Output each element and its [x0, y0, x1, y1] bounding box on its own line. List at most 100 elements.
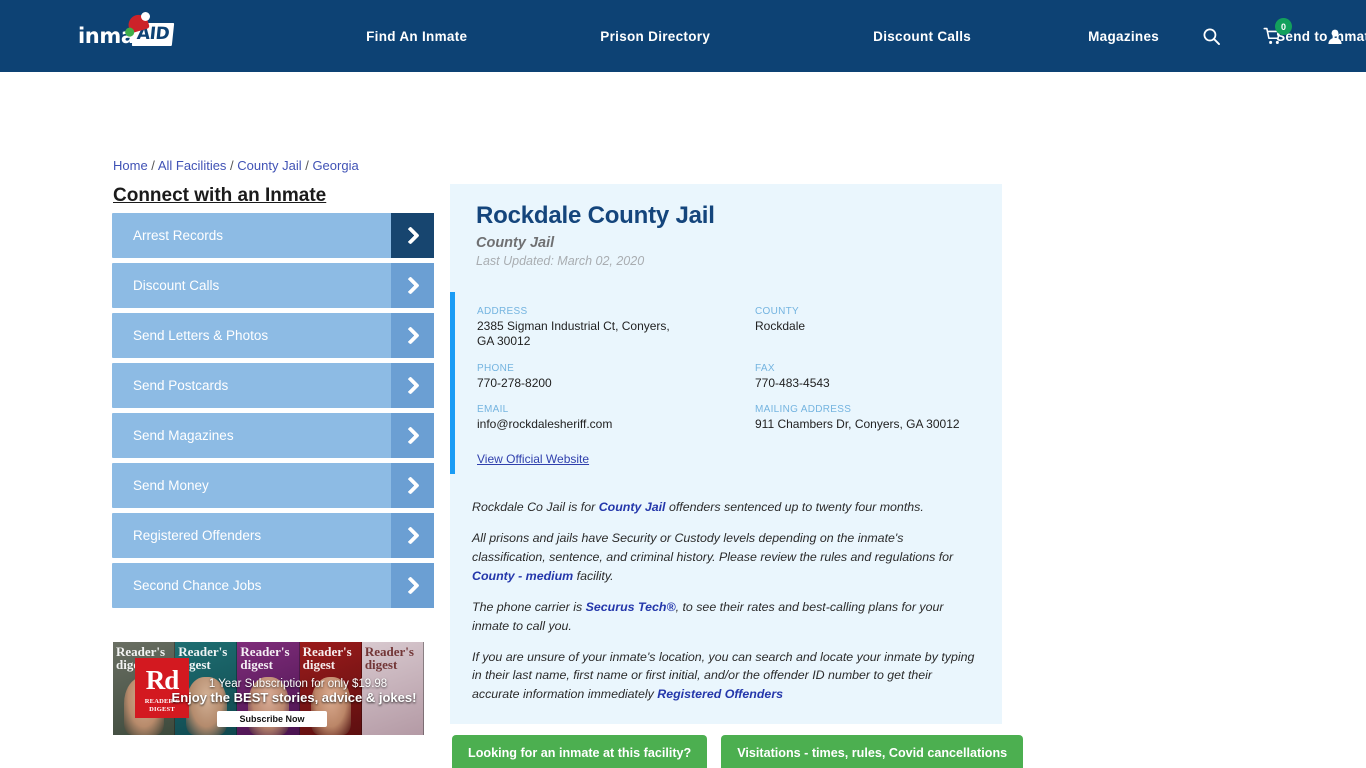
sidebar-item-send-money[interactable]: Send Money	[112, 463, 434, 508]
description-paragraph-2: All prisons and jails have Security or C…	[472, 529, 976, 586]
phone-label: PHONE	[477, 362, 515, 374]
nav-item-magazines[interactable]: Magazines	[1088, 29, 1159, 44]
facility-panel: Rockdale County Jail County Jail Last Up…	[450, 184, 1002, 725]
ad-subscribe-button[interactable]: Subscribe Now	[217, 711, 327, 727]
user-account-icon	[1328, 29, 1342, 44]
contact-field-county: COUNTY Rockdale	[755, 306, 1002, 354]
ad-cover-title: Reader's digest	[240, 644, 290, 672]
p2-text-b: facility.	[573, 568, 614, 583]
nav-item-find-an-inmate[interactable]: Find An Inmate	[366, 29, 467, 44]
search-button[interactable]	[1180, 0, 1242, 72]
contact-field-fax: FAX 770-483-4543	[755, 363, 1002, 395]
link-registered-offenders[interactable]: Registered Offenders	[657, 687, 783, 701]
link-securus-tech[interactable]: Securus Tech®	[586, 600, 676, 614]
chevron-right-icon	[391, 363, 434, 408]
sidebar-item-label: Send Magazines	[133, 428, 234, 443]
fax-value: 770-483-4543	[755, 375, 830, 390]
address-value: 2385 Sigman Industrial Ct, Conyers, GA 3…	[477, 319, 670, 349]
sidebar-item-send-postcards[interactable]: Send Postcards	[112, 363, 434, 408]
description-paragraph-4: If you are unsure of your inmate's locat…	[472, 648, 976, 705]
county-label: COUNTY	[755, 306, 800, 317]
fax-label: FAX	[755, 362, 775, 374]
link-county-jail[interactable]: County Jail	[599, 500, 666, 514]
last-updated-text: Last Updated: March 02, 2020	[476, 254, 645, 268]
breadcrumb: Home / All Facilities / County Jail / Ge…	[113, 158, 359, 173]
contact-field-mailing-address: MAILING ADDRESS 911 Chambers Dr, Conyers…	[755, 404, 1002, 436]
looking-for-inmate-button[interactable]: Looking for an inmate at this facility?	[452, 735, 708, 768]
email-label: EMAIL	[477, 404, 509, 416]
account-button[interactable]	[1304, 0, 1366, 72]
chevron-right-icon	[391, 513, 434, 558]
breadcrumb-item-all-facilities[interactable]: All Facilities	[158, 158, 227, 173]
contact-grid: ADDRESS 2385 Sigman Industrial Ct, Conye…	[477, 306, 1002, 436]
advertisement-banner[interactable]: Reader's digest Reader's digest Reader's…	[113, 642, 424, 735]
sidebar-item-send-magazines[interactable]: Send Magazines	[112, 413, 434, 458]
view-official-website-link[interactable]: View Official Website	[477, 452, 589, 466]
sidebar-item-second-chance-jobs[interactable]: Second Chance Jobs	[112, 563, 434, 608]
ad-subheadline: Enjoy the BEST stories, advice & jokes!	[171, 690, 417, 705]
sidebar-item-registered-offenders[interactable]: Registered Offenders	[112, 513, 434, 558]
facility-description: Rockdale Co Jail is for County Jail offe…	[450, 484, 1002, 724]
sidebar-item-send-letters-photos[interactable]: Send Letters & Photos	[112, 313, 434, 358]
visitations-info-button[interactable]: Visitations - times, rules, Covid cancel…	[721, 735, 1024, 768]
sidebar-item-label: Send Money	[133, 478, 209, 493]
sidebar-item-label: Send Postcards	[133, 378, 229, 393]
mailing-address-label: MAILING ADDRESS	[755, 404, 852, 416]
description-paragraph-3: The phone carrier is Securus Tech®, to s…	[472, 598, 976, 636]
santa-hat-pom-icon	[141, 12, 150, 21]
county-value: Rockdale	[755, 319, 806, 333]
chevron-right-icon	[391, 263, 434, 308]
cart-button[interactable]: 0	[1242, 0, 1304, 72]
p1-text-b: offenders sentenced up to twenty four mo…	[665, 500, 924, 515]
sidebar-item-label: Send Letters & Photos	[133, 328, 269, 343]
facility-contact-block: ADDRESS 2385 Sigman Industrial Ct, Conye…	[450, 292, 1002, 484]
phone-value: 770-278-8200	[477, 375, 552, 390]
ad-cover-title: Reader's digest	[302, 644, 352, 672]
breadcrumb-item-home[interactable]: Home	[113, 158, 148, 173]
facility-action-buttons: Looking for an inmate at this facility? …	[452, 735, 1024, 768]
accent-bar	[450, 292, 455, 474]
email-value: info@rockdalesheriff.com	[477, 417, 613, 432]
ad-cover-title: Reader's digest	[364, 644, 414, 672]
breadcrumb-item-georgia[interactable]: Georgia	[312, 158, 358, 173]
nav-item-discount-calls[interactable]: Discount Calls	[873, 29, 971, 44]
sidebar-item-label: Registered Offenders	[133, 528, 262, 543]
site-logo[interactable]: inmate AID	[78, 12, 175, 53]
ad-headline: 1 Year Subscription for only $19.98	[208, 678, 388, 690]
chevron-right-icon	[391, 413, 434, 458]
chevron-right-icon	[391, 313, 434, 358]
chevron-right-icon	[391, 563, 434, 608]
sidebar-item-arrest-records[interactable]: Arrest Records	[112, 213, 434, 258]
sidebar-item-discount-calls[interactable]: Discount Calls	[112, 263, 434, 308]
chevron-right-icon	[391, 463, 434, 508]
facility-header: Rockdale County Jail County Jail Last Up…	[450, 184, 1002, 282]
contact-field-address: ADDRESS 2385 Sigman Industrial Ct, Conye…	[477, 306, 755, 354]
contact-field-email: EMAIL info@rockdalesheriff.com	[477, 404, 755, 436]
breadcrumb-separator: /	[226, 158, 238, 173]
link-county-medium[interactable]: County - medium	[472, 569, 573, 583]
search-icon	[1203, 28, 1220, 45]
sidebar-item-label: Second Chance Jobs	[133, 578, 262, 593]
breadcrumb-separator: /	[301, 158, 313, 173]
mailing-address-value: 911 Chambers Dr, Conyers, GA 30012	[755, 417, 960, 432]
p1-text-a: Rockdale Co Jail is for	[472, 500, 599, 515]
breadcrumb-separator: /	[147, 158, 158, 173]
description-paragraph-1: Rockdale Co Jail is for County Jail offe…	[472, 498, 976, 517]
facility-type: County Jail	[476, 235, 555, 251]
p3-text-a: The phone carrier is	[472, 599, 586, 614]
chevron-right-icon	[391, 213, 434, 258]
sidebar-item-label: Discount Calls	[133, 278, 220, 293]
contact-field-phone: PHONE 770-278-8200	[477, 363, 755, 395]
page-title: Rockdale County Jail	[476, 202, 715, 229]
cart-count-badge: 0	[1275, 18, 1292, 35]
sidebar-nav-list: Arrest Records Discount Calls Send Lette…	[112, 213, 434, 613]
p2-text-a: All prisons and jails have Security or C…	[472, 531, 954, 565]
header-icon-group: 0	[1180, 0, 1366, 72]
nav-item-prison-directory[interactable]: Prison Directory	[600, 29, 710, 44]
breadcrumb-item-county-jail[interactable]: County Jail	[237, 158, 301, 173]
sidebar-item-label: Arrest Records	[133, 228, 224, 243]
address-label: ADDRESS	[477, 306, 528, 317]
ad-logo-line2: DIGEST	[149, 705, 175, 713]
site-header: inmate AID Find An Inmate Prison Directo…	[0, 0, 1366, 72]
sidebar-heading: Connect with an Inmate	[113, 185, 327, 206]
